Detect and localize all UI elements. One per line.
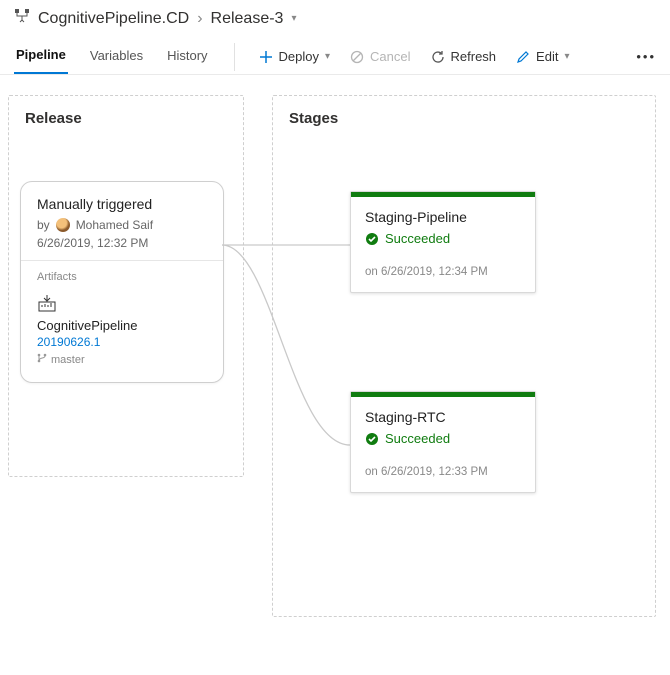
release-card[interactable]: Manually triggered by Mohamed Saif 6/26/… [20,181,224,383]
breadcrumb-project[interactable]: CognitivePipeline.CD [38,10,189,28]
success-icon [365,432,379,446]
branch-icon [37,353,47,366]
pipeline-canvas: Release Stages Manually triggered by Moh… [0,75,670,675]
avatar [56,218,70,232]
tab-history[interactable]: History [165,40,209,73]
edit-label: Edit [536,49,558,64]
artifacts-label: Artifacts [37,271,207,283]
command-bar: Pipeline Variables History Deploy ▾ Canc… [0,33,670,75]
edit-button[interactable]: Edit ▾ [516,49,569,64]
edit-icon [516,50,530,64]
stages-panel-title: Stages [273,96,655,137]
cancel-icon [350,50,364,64]
chevron-right-icon: › [197,10,202,28]
artifact-icon [37,301,57,316]
stage-timestamp: on 6/26/2019, 12:34 PM [351,254,535,292]
refresh-label: Refresh [451,49,497,64]
stage-card-staging-rtc[interactable]: Staging-RTC Succeeded on 6/26/2019, 12:3… [350,391,536,493]
chevron-down-icon[interactable]: ▾ [291,13,296,24]
tab-pipeline[interactable]: Pipeline [14,39,68,74]
ellipsis-icon: ••• [636,49,656,64]
stage-name: Staging-RTC [365,409,521,425]
release-timestamp: 6/26/2019, 12:32 PM [37,236,207,250]
deploy-label: Deploy [279,49,319,64]
release-pipeline-icon [14,8,30,29]
cancel-label: Cancel [370,49,410,64]
chevron-down-icon: ▾ [564,51,569,62]
more-button[interactable]: ••• [636,49,656,64]
plus-icon [259,50,273,64]
deploy-button[interactable]: Deploy ▾ [259,49,331,64]
refresh-icon [431,50,445,64]
stages-panel: Stages [272,95,656,617]
stage-timestamp: on 6/26/2019, 12:33 PM [351,454,535,492]
artifact-name: CognitivePipeline [37,318,207,333]
artifact-version-link[interactable]: 20190626.1 [37,335,207,349]
separator [234,43,235,71]
breadcrumb: CognitivePipeline.CD › Release-3 ▾ [0,0,670,33]
stage-status: Succeeded [385,431,450,446]
release-trigger: Manually triggered [37,196,207,212]
refresh-button[interactable]: Refresh [431,49,497,64]
stage-status: Succeeded [385,231,450,246]
success-icon [365,232,379,246]
stage-name: Staging-Pipeline [365,209,521,225]
release-panel-title: Release [9,96,243,137]
breadcrumb-release[interactable]: Release-3 [211,10,284,28]
artifact-branch: master [51,354,85,366]
cancel-button: Cancel [350,49,410,64]
by-label: by [37,218,50,232]
tab-variables[interactable]: Variables [88,40,145,73]
release-author: Mohamed Saif [76,218,153,232]
stage-card-staging-pipeline[interactable]: Staging-Pipeline Succeeded on 6/26/2019,… [350,191,536,293]
chevron-down-icon: ▾ [325,51,330,62]
